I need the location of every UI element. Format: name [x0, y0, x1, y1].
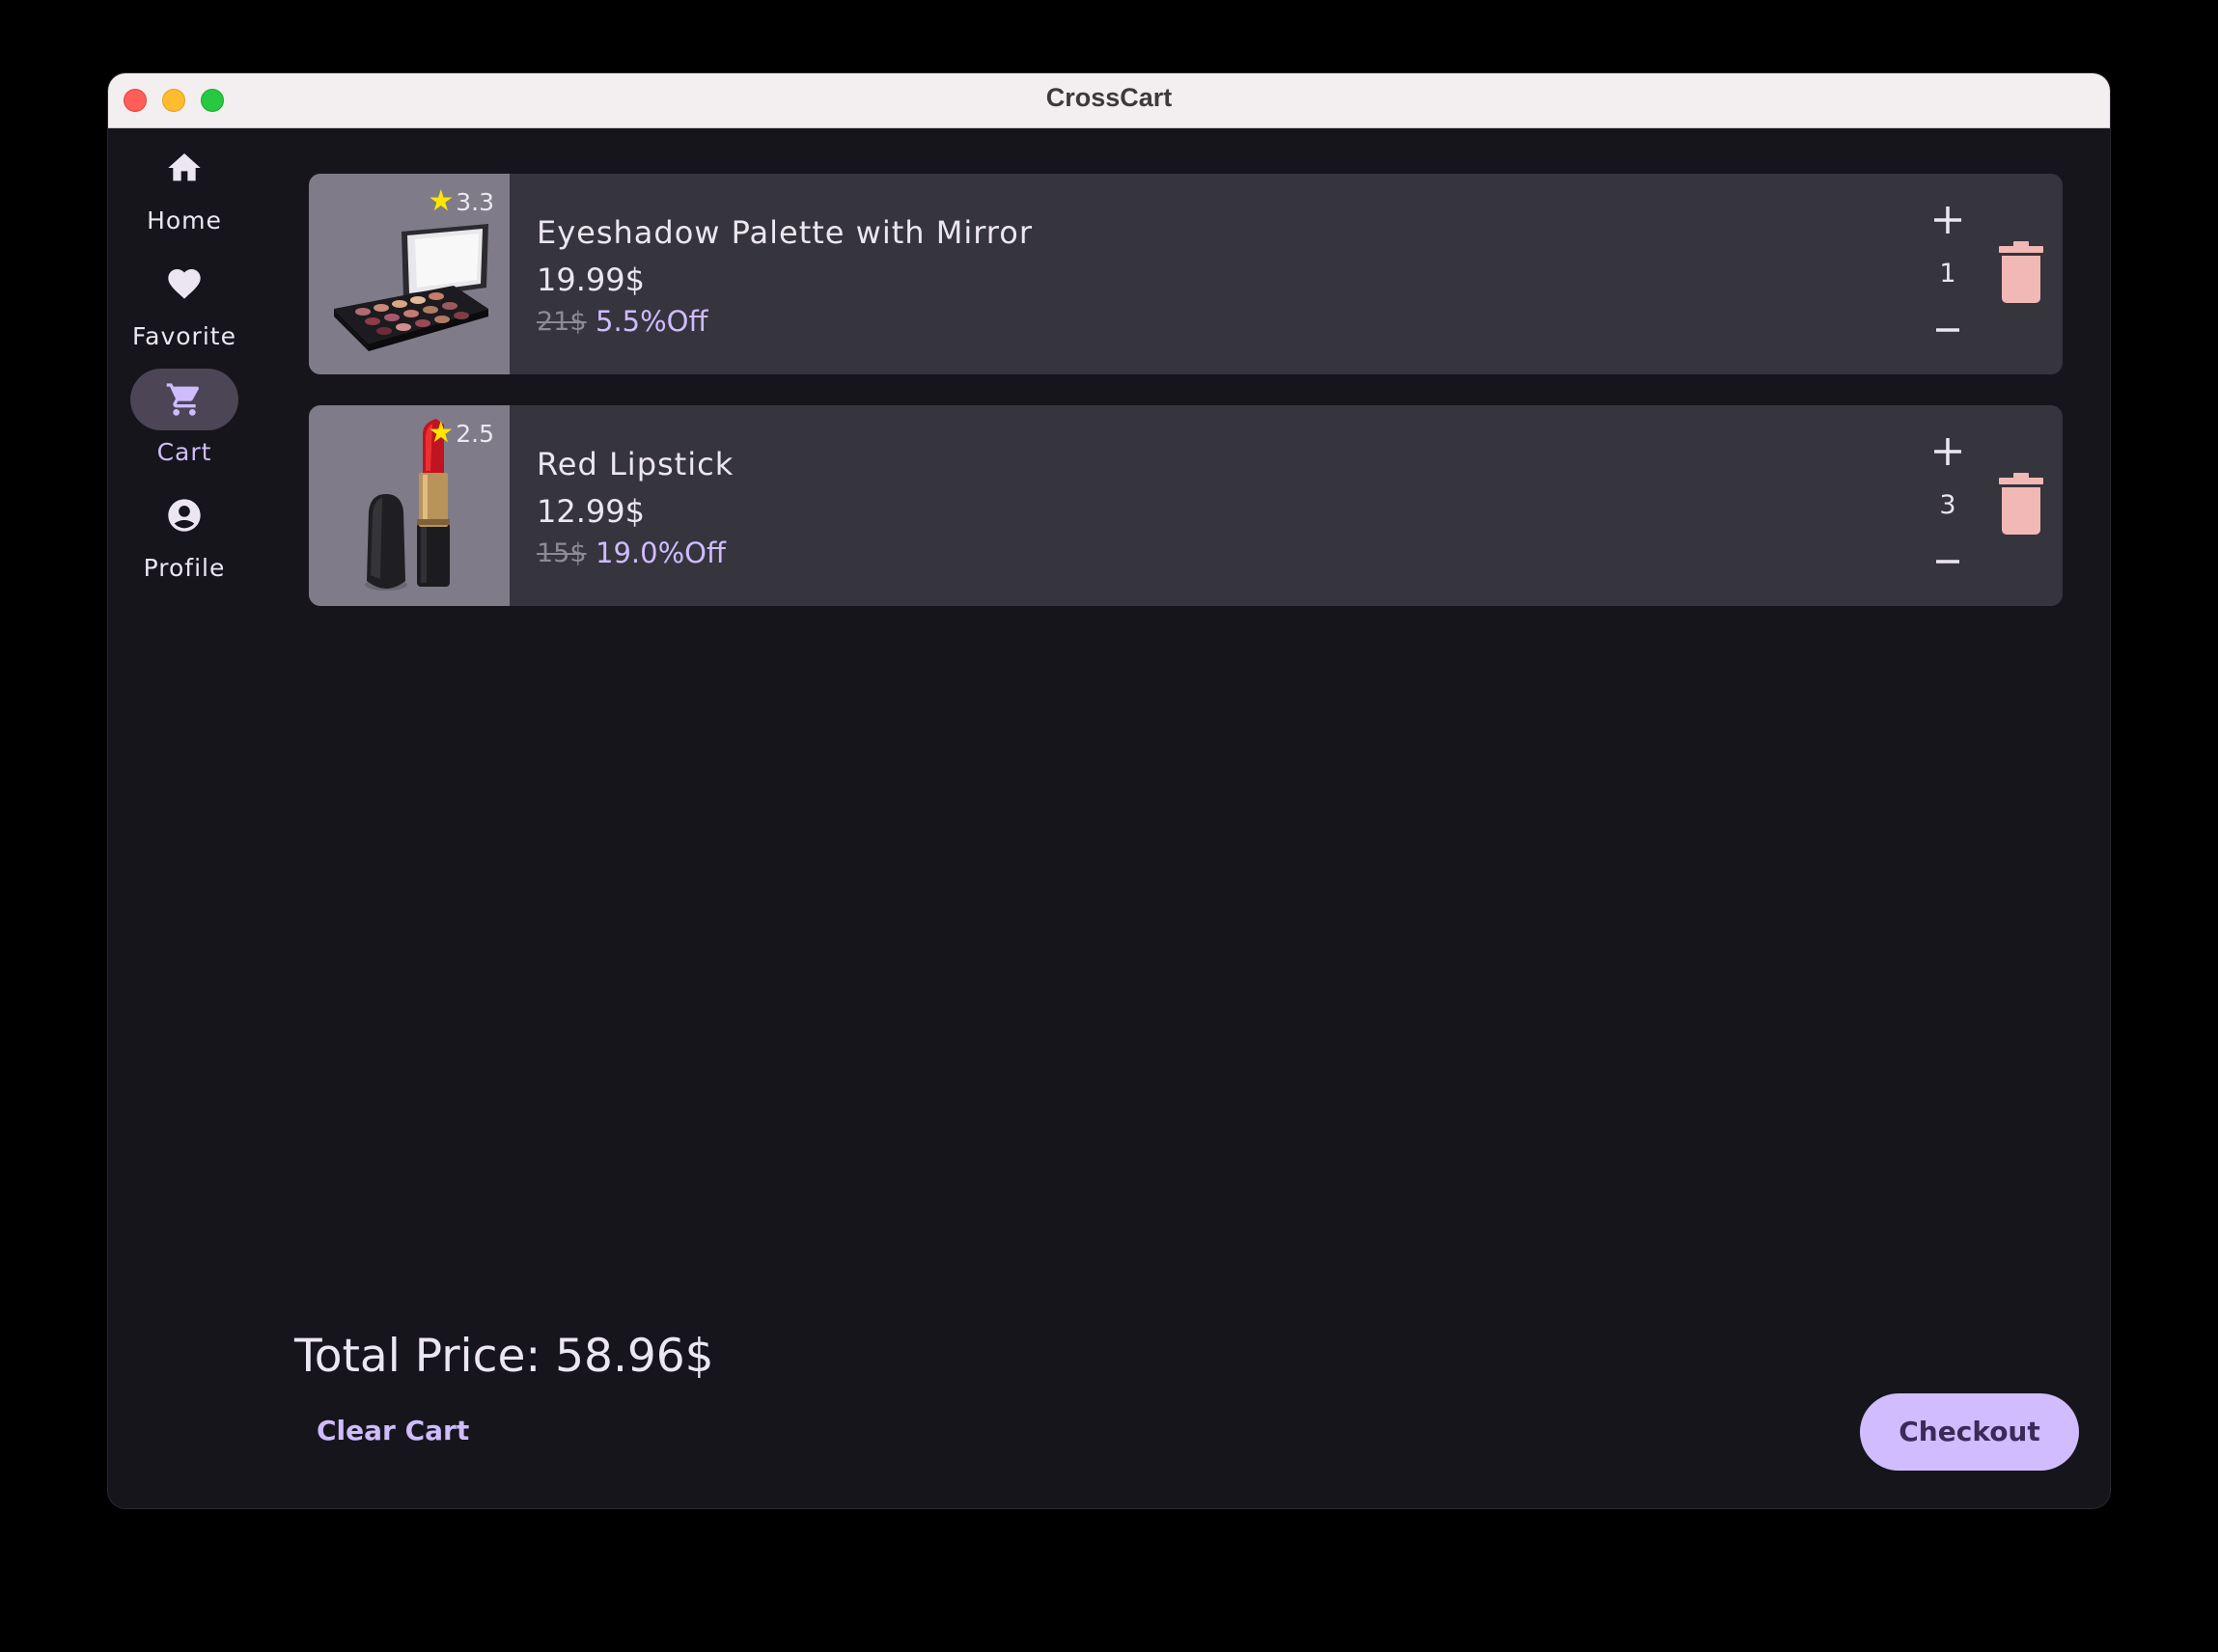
- product-price: 12.99$: [537, 493, 645, 530]
- checkout-button[interactable]: Checkout: [1860, 1393, 2079, 1471]
- rating-value: 3.3: [456, 187, 494, 216]
- cart-item-card[interactable]: ★ 2.5 Red Lipstick 12.99$ 15$ 19.0%Off 3: [309, 405, 2063, 606]
- clear-cart-button[interactable]: Clear Cart: [317, 1415, 469, 1446]
- trash-icon: [1999, 241, 2043, 303]
- product-name: Eyeshadow Palette with Mirror: [537, 214, 1033, 251]
- increase-quantity-button[interactable]: [1925, 197, 1971, 243]
- nav-label-cart: Cart: [156, 438, 212, 466]
- discount-label: 5.5%Off: [596, 305, 708, 338]
- quantity-value: 3: [1939, 490, 1956, 520]
- nav-label-favorite: Favorite: [132, 322, 236, 350]
- star-icon: ★: [428, 416, 455, 450]
- original-price: 15$: [537, 538, 587, 568]
- quantity-value: 1: [1939, 259, 1956, 289]
- app-window: CrossCart Home Favorite Cart Profile ★ 3…: [108, 73, 2110, 1508]
- rating-badge: ★ 2.5: [428, 419, 494, 448]
- plus-icon: [1934, 206, 1961, 234]
- rating-badge: ★ 3.3: [428, 187, 494, 216]
- red-lipstick-image: ★ 2.5: [309, 405, 510, 606]
- discount-label: 19.0%Off: [596, 537, 726, 569]
- plus-icon: [1934, 438, 1961, 465]
- decrease-quantity-button[interactable]: [1925, 538, 1971, 585]
- decrease-quantity-button[interactable]: [1925, 307, 1971, 353]
- product-price: 19.99$: [537, 262, 645, 298]
- home-icon[interactable]: [130, 137, 238, 199]
- title-bar: CrossCart: [108, 73, 2110, 128]
- product-name: Red Lipstick: [537, 446, 735, 482]
- minus-icon: [1936, 560, 1959, 564]
- delete-item-button[interactable]: [1999, 241, 2043, 303]
- eyeshadow-palette-image: ★ 3.3: [309, 174, 510, 374]
- delete-item-button[interactable]: [1999, 473, 2043, 535]
- nav-label-home: Home: [147, 206, 222, 234]
- minus-icon: [1936, 328, 1959, 332]
- cart-item-card[interactable]: ★ 3.3 Eyeshadow Palette with Mirror 19.9…: [309, 174, 2063, 374]
- heart-icon[interactable]: [130, 253, 238, 315]
- nav-label-profile: Profile: [143, 554, 226, 582]
- cart-icon[interactable]: [130, 369, 238, 430]
- increase-quantity-button[interactable]: [1925, 428, 1971, 475]
- trash-icon: [1999, 473, 2043, 535]
- total-price: Total Price: 58.96$: [294, 1330, 714, 1383]
- original-price: 21$: [537, 307, 587, 337]
- account-circle-icon[interactable]: [130, 484, 238, 546]
- rating-value: 2.5: [456, 419, 494, 448]
- star-icon: ★: [428, 184, 455, 218]
- window-title: CrossCart: [1045, 83, 1173, 112]
